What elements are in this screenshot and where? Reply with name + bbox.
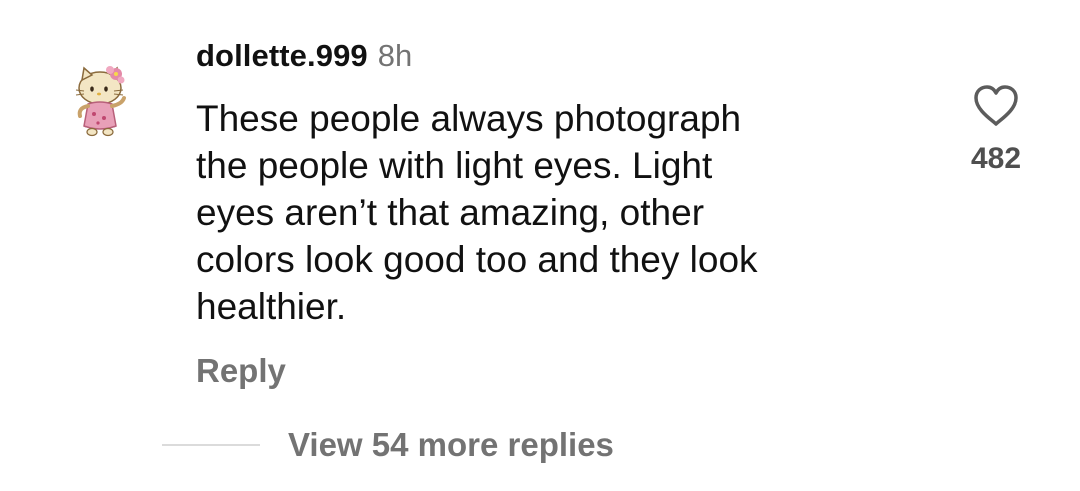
like-count: 482 [970,142,1022,175]
hello-kitty-avatar-icon[interactable] [70,62,134,138]
heart-outline-icon[interactable] [972,84,1020,128]
comment-header: dollette.999 8h [196,38,916,78]
reply-button[interactable]: Reply [196,352,286,390]
like-area: 482 [956,84,1036,176]
view-more-replies-button[interactable]: View 54 more replies [288,426,614,464]
comment-text: These people always photograph the peopl… [196,98,758,327]
replies-divider [162,444,260,446]
timestamp: 8h [377,38,413,73]
comment-body: dollette.999 8h These people always phot… [196,38,916,390]
view-more-replies-row: View 54 more replies [162,426,614,464]
username-link[interactable]: dollette.999 [196,38,368,74]
